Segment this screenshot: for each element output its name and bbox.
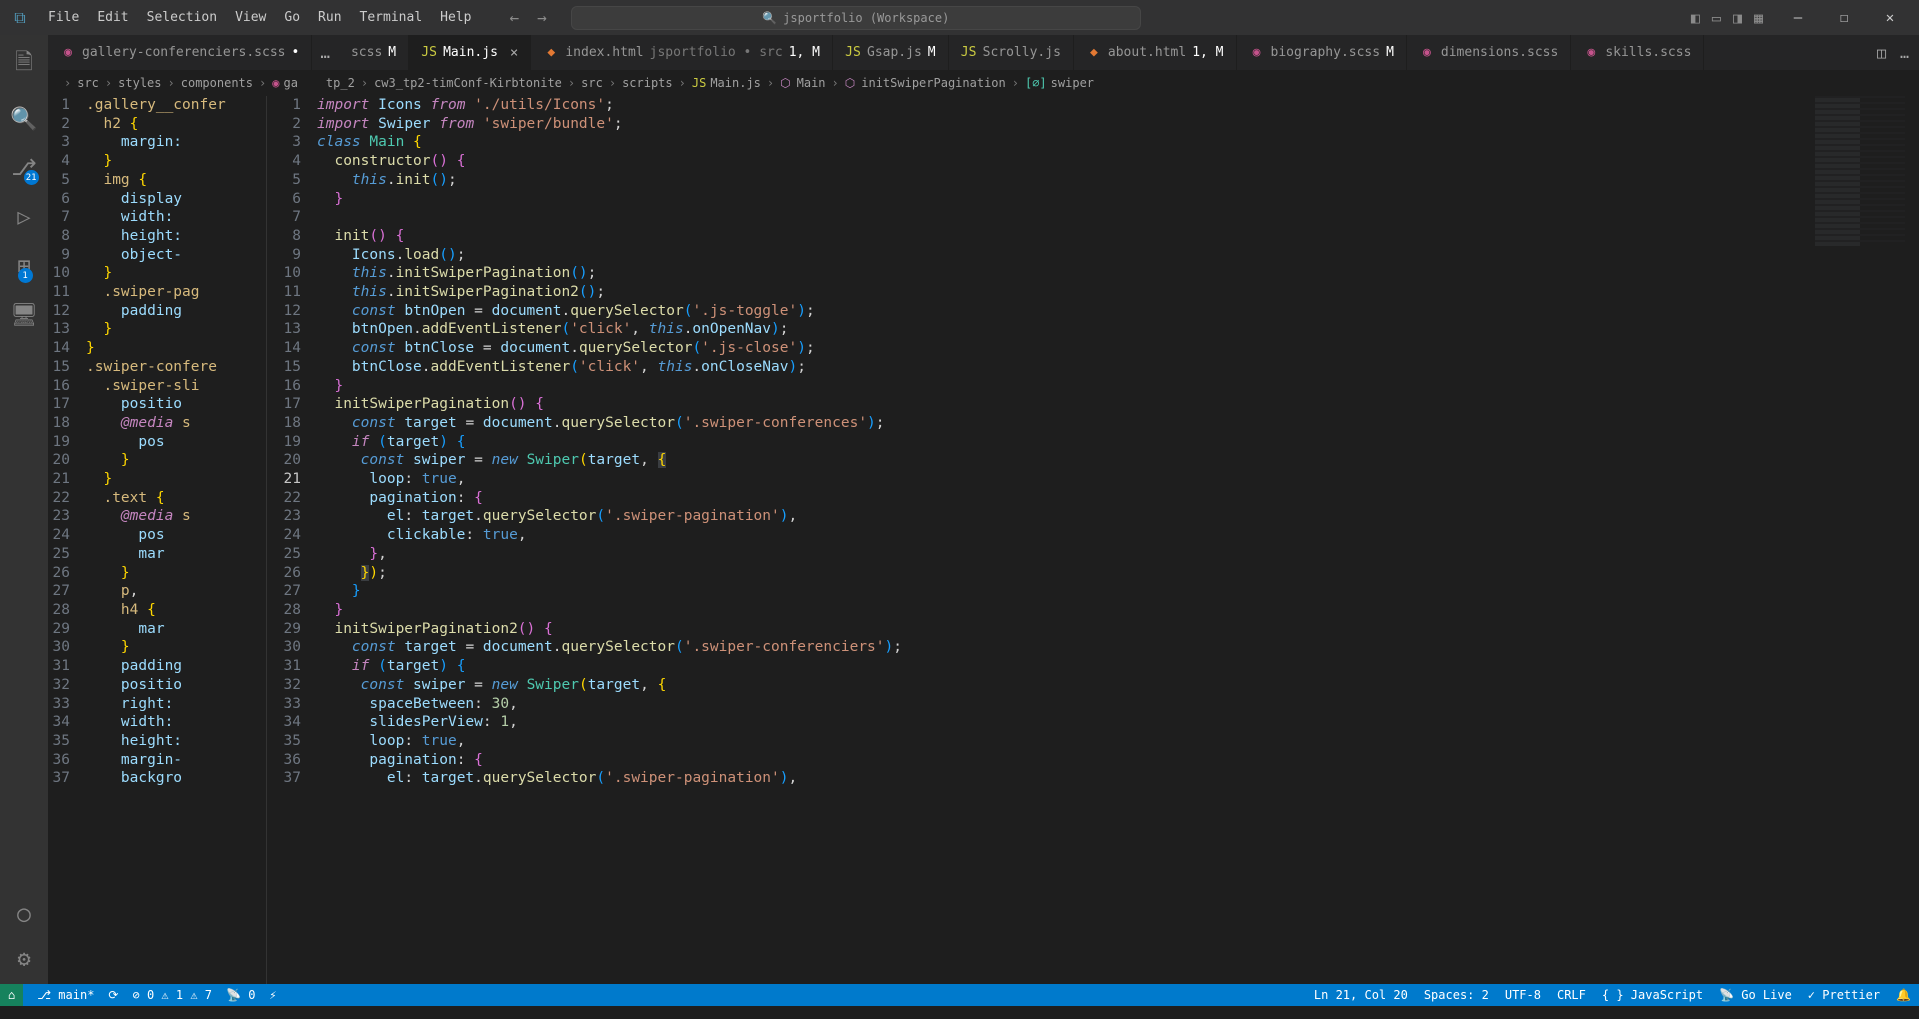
split-editor-icon[interactable]: ◫ bbox=[1877, 44, 1886, 62]
tab-scrolly-js[interactable]: JSScrolly.js bbox=[949, 35, 1074, 70]
activity-bar: 🗎 🔍 ⎇ ▷ ⊞ 🖥 ◯ ⚙ bbox=[0, 35, 48, 984]
cursor-position[interactable]: Ln 21, Col 20 bbox=[1314, 988, 1408, 1002]
extensions-icon[interactable]: ⊞ bbox=[17, 254, 30, 279]
encoding[interactable]: UTF-8 bbox=[1505, 988, 1541, 1002]
menu-selection[interactable]: Selection bbox=[139, 6, 225, 29]
remote-explorer-icon[interactable]: 🖥 bbox=[10, 303, 38, 328]
right-editor-pane[interactable]: 1 2 3 4 5 6 7 8 9 10 11 12 13 14 15 16 1… bbox=[267, 96, 1919, 984]
editor-group: ◉gallery-conferenciers.scss• … scss M JS… bbox=[48, 35, 1919, 984]
menu-help[interactable]: Help bbox=[432, 6, 479, 29]
vscode-logo-icon: ⧉ bbox=[6, 8, 34, 28]
search-icon: 🔍 bbox=[762, 11, 777, 25]
eol[interactable]: CRLF bbox=[1557, 988, 1586, 1002]
nav-arrows: ← → bbox=[509, 8, 546, 27]
toggle-panel-bottom-icon[interactable]: ▭ bbox=[1712, 9, 1721, 27]
notifications-icon[interactable]: 🔔 bbox=[1896, 988, 1911, 1002]
close-window-icon[interactable]: ✕ bbox=[1867, 10, 1913, 26]
menu-go[interactable]: Go bbox=[276, 6, 308, 29]
tab-gsap-js[interactable]: JSGsap.js M bbox=[833, 35, 949, 70]
menu-edit[interactable]: Edit bbox=[89, 6, 136, 29]
maximize-icon[interactable]: ☐ bbox=[1821, 10, 1867, 26]
go-live[interactable]: 📡 Go Live bbox=[1719, 988, 1792, 1002]
toggle-panel-right-icon[interactable]: ◨ bbox=[1733, 9, 1742, 27]
customize-layout-icon[interactable]: ▦ bbox=[1754, 9, 1763, 27]
menu-terminal[interactable]: Terminal bbox=[352, 6, 431, 29]
problems-indicator[interactable]: ⊘ 0 ⚠ 1 ⚠ 7 bbox=[132, 988, 212, 1002]
nav-back-icon[interactable]: ← bbox=[509, 8, 519, 27]
accounts-icon[interactable]: ◯ bbox=[17, 902, 30, 927]
sync-icon[interactable]: ⟳ bbox=[108, 988, 118, 1002]
search-text: jsportfolio (Workspace) bbox=[783, 11, 949, 25]
remote-indicator[interactable]: ⌂ bbox=[0, 984, 23, 1006]
menu-bar: File Edit Selection View Go Run Terminal… bbox=[40, 6, 479, 29]
left-gutter: 1 2 3 4 5 6 7 8 9 10 11 12 13 14 15 16 1… bbox=[48, 96, 86, 984]
menu-file[interactable]: File bbox=[40, 6, 87, 29]
left-editor-pane[interactable]: 1 2 3 4 5 6 7 8 9 10 11 12 13 14 15 16 1… bbox=[48, 96, 266, 984]
minimap[interactable] bbox=[1815, 96, 1905, 246]
ports-indicator[interactable]: 📡 0 bbox=[226, 988, 255, 1002]
left-code-lines[interactable]: .gallery__confer h2 { margin: } img { di… bbox=[86, 96, 226, 984]
tab-overflow[interactable]: … bbox=[312, 35, 339, 70]
title-bar: ⧉ File Edit Selection View Go Run Termin… bbox=[0, 0, 1919, 35]
breadcrumb[interactable]: ›src›styles›components›◉ ga tp_2› cw3_tp… bbox=[48, 70, 1919, 96]
layout-controls: ◧ ▭ ◨ ▦ bbox=[1691, 9, 1763, 27]
command-center[interactable]: 🔍 jsportfolio (Workspace) bbox=[571, 6, 1141, 30]
run-debug-icon[interactable]: ▷ bbox=[17, 205, 30, 230]
minimize-icon[interactable]: — bbox=[1775, 10, 1821, 26]
settings-gear-icon[interactable]: ⚙ bbox=[17, 947, 30, 972]
tab-biography-scss[interactable]: ◉biography.scss M bbox=[1237, 35, 1407, 70]
workbench: 🗎 🔍 ⎇ ▷ ⊞ 🖥 ◯ ⚙ ◉gallery-conferenciers.s… bbox=[0, 35, 1919, 984]
prettier-status[interactable]: ✓ Prettier bbox=[1808, 988, 1880, 1002]
close-tab-icon[interactable]: × bbox=[510, 45, 518, 61]
tab-dimensions-scss[interactable]: ◉dimensions.scss bbox=[1407, 35, 1571, 70]
right-code-lines[interactable]: import Icons from './utils/Icons'; impor… bbox=[317, 96, 902, 984]
status-bar: ⌂ ⎇ main* ⟳ ⊘ 0 ⚠ 1 ⚠ 7 📡 0 ⚡ Ln 21, Col… bbox=[0, 984, 1919, 1006]
language-mode[interactable]: { } JavaScript bbox=[1602, 988, 1703, 1002]
tab-gallery-conferenciers[interactable]: ◉gallery-conferenciers.scss• bbox=[48, 35, 312, 70]
window-controls: — ☐ ✕ bbox=[1775, 10, 1913, 26]
menu-view[interactable]: View bbox=[227, 6, 274, 29]
branch-indicator[interactable]: ⎇ main* bbox=[37, 988, 94, 1002]
tab-scss[interactable]: scss M bbox=[339, 35, 409, 70]
editor-tabs: ◉gallery-conferenciers.scss• … scss M JS… bbox=[48, 35, 1919, 70]
nav-forward-icon[interactable]: → bbox=[537, 8, 547, 27]
tab-skills-scss[interactable]: ◉skills.scss bbox=[1571, 35, 1704, 70]
indentation[interactable]: Spaces: 2 bbox=[1424, 988, 1489, 1002]
source-control-icon[interactable]: ⎇ bbox=[11, 156, 36, 181]
search-activity-icon[interactable]: 🔍 bbox=[10, 107, 37, 132]
more-actions-icon[interactable]: … bbox=[1900, 44, 1909, 62]
toggle-panel-left-icon[interactable]: ◧ bbox=[1691, 9, 1700, 27]
tab-index-html[interactable]: ◆index.html jsportfolio • src 1, M bbox=[531, 35, 833, 70]
menu-run[interactable]: Run bbox=[310, 6, 349, 29]
right-gutter: 1 2 3 4 5 6 7 8 9 10 11 12 13 14 15 16 1… bbox=[267, 96, 317, 984]
live-server-icon[interactable]: ⚡ bbox=[269, 988, 276, 1002]
tab-main-js[interactable]: JSMain.js× bbox=[409, 35, 531, 70]
tab-about-html[interactable]: ◆about.html 1, M bbox=[1074, 35, 1237, 70]
editor-area: 1 2 3 4 5 6 7 8 9 10 11 12 13 14 15 16 1… bbox=[48, 96, 1919, 984]
explorer-icon[interactable]: 🗎 bbox=[15, 45, 33, 83]
